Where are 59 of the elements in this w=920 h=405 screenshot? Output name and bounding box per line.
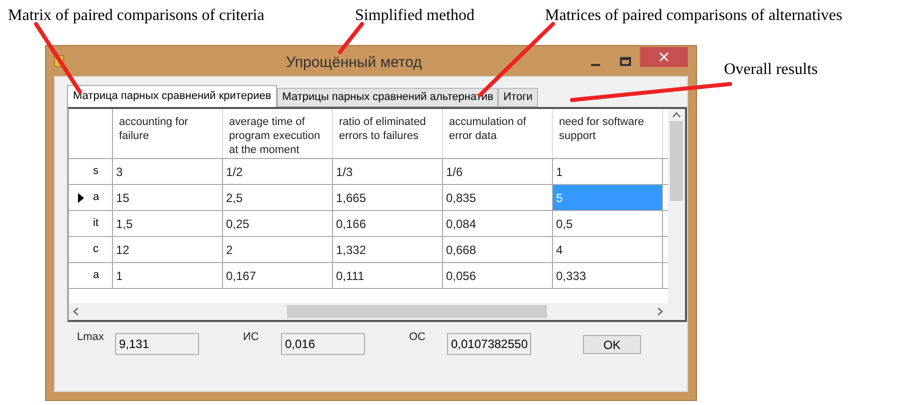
field-label: ИС (242, 330, 260, 345)
column-header[interactable]: need for software support (553, 109, 663, 158)
row-label: s (93, 164, 98, 180)
table-cell[interactable]: 1 (113, 263, 223, 288)
scroll-thumb[interactable] (287, 305, 547, 318)
current-row-icon (78, 192, 84, 202)
table-cell[interactable]: 0,111 (333, 263, 443, 288)
horizontal-scrollbar[interactable] (69, 303, 685, 320)
tab[interactable]: Матрица парных сравнений критериев (67, 85, 278, 107)
row-label: c (93, 242, 98, 258)
table-cell[interactable]: 1/6 (443, 159, 553, 184)
row-header[interactable]: a (69, 263, 113, 288)
row-label: it (93, 216, 98, 232)
readonly-field[interactable]: 0,016 (281, 333, 365, 355)
row-header[interactable]: a (69, 185, 113, 210)
close-button[interactable] (640, 47, 688, 67)
readonly-field[interactable]: 9,131 (115, 333, 199, 355)
scroll-right-icon (657, 307, 663, 316)
column-header[interactable]: accumulation of error data (443, 109, 553, 158)
ok-button[interactable]: OK (583, 334, 641, 354)
table-cell[interactable]: 1/2 (223, 159, 333, 184)
table-cell[interactable]: 2,5 (223, 185, 333, 210)
table-cell[interactable]: 4 (553, 237, 663, 262)
column-header[interactable]: average time of program execution at the moment (223, 109, 333, 158)
table-cell[interactable]: 1 (553, 159, 663, 184)
tab[interactable]: Итоги (498, 88, 538, 107)
table-cell[interactable]: 1,5 (113, 211, 223, 236)
table-cell[interactable]: 0,333 (553, 263, 663, 288)
row-header[interactable]: s (69, 159, 113, 184)
row-label: a (93, 190, 100, 206)
table-cell[interactable]: 0,167 (223, 263, 333, 288)
row-label: a (93, 268, 100, 284)
table-cell[interactable]: 0,166 (333, 211, 443, 236)
field-label: ОС (408, 330, 426, 345)
scroll-up-icon (672, 112, 681, 118)
window-title: Упрощённый метод (286, 53, 422, 73)
close-icon (659, 52, 669, 62)
table-cell[interactable]: 0,5 (553, 211, 663, 236)
table-cell[interactable]: 0,084 (443, 211, 553, 236)
table-cell[interactable]: 12 (113, 237, 223, 262)
tab[interactable]: Матрицы парных сравнений альтернатив (277, 88, 498, 107)
table-cell[interactable]: 15 (113, 185, 223, 210)
table-cell[interactable]: 0,056 (443, 263, 553, 288)
table-cell[interactable]: 0,668 (443, 237, 553, 262)
scroll-thumb[interactable] (670, 121, 683, 201)
row-header[interactable]: c (69, 237, 113, 262)
table-cell[interactable]: 2 (223, 237, 333, 262)
field-label: Lmax (76, 330, 105, 345)
table-cell[interactable]: 0,25 (223, 211, 333, 236)
row-header[interactable]: it (69, 211, 113, 236)
table-cell[interactable]: 1/3 (333, 159, 443, 184)
table-cell[interactable]: 1,332 (333, 237, 443, 262)
table-cell[interactable]: 3 (113, 159, 223, 184)
scroll-left-icon (73, 307, 79, 316)
column-header[interactable]: ratio of eliminated errors to failures (333, 109, 443, 158)
table-cell[interactable]: 1,665 (333, 185, 443, 210)
column-header[interactable]: accounting for failure (113, 109, 223, 158)
readonly-field[interactable]: 0,0107382550 (447, 333, 531, 355)
vertical-scrollbar[interactable] (668, 109, 685, 303)
